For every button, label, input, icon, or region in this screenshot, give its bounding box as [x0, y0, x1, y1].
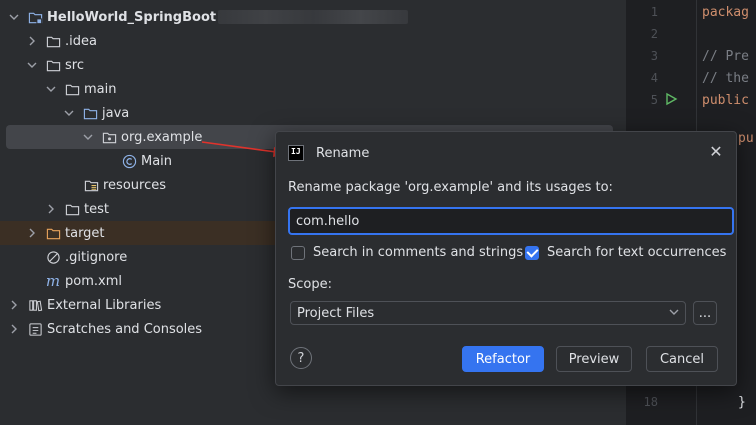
- help-icon[interactable]: ?: [290, 347, 312, 369]
- scope-label: Scope:: [288, 277, 332, 292]
- blurred-path: [218, 10, 409, 24]
- rename-dialog: IJ Rename ✕ Rename package 'org.example'…: [275, 131, 737, 386]
- tree-item-label: resources: [103, 177, 167, 193]
- tree-item-label: test: [84, 201, 109, 217]
- preview-button[interactable]: Preview: [556, 346, 632, 372]
- tree-item-label: .idea: [65, 33, 97, 49]
- tree-item-project[interactable]: HelloWorld_SpringBoot: [0, 5, 626, 29]
- excluded-folder-icon: [45, 225, 61, 241]
- tree-item-label: src: [65, 57, 84, 73]
- tree-item-label: External Libraries: [47, 297, 162, 313]
- search-text-label: Search for text occurrences: [547, 245, 727, 260]
- run-icon[interactable]: [664, 92, 678, 110]
- dialog-title: Rename: [316, 145, 370, 161]
- code-line: }: [738, 395, 746, 410]
- folder-icon: [64, 81, 80, 97]
- line-number: 4: [650, 71, 658, 85]
- tree-item-label: main: [84, 81, 117, 97]
- scope-select[interactable]: Project Files: [290, 301, 686, 325]
- close-icon[interactable]: ✕: [708, 144, 724, 160]
- line-number: 18: [643, 395, 658, 409]
- resources-folder-icon: [83, 177, 99, 193]
- tree-item-main[interactable]: main: [0, 77, 626, 101]
- folder-icon: [45, 33, 61, 49]
- folder-icon: [45, 57, 61, 73]
- tree-item-label: pom.xml: [65, 273, 122, 289]
- tree-item-src[interactable]: src: [0, 53, 626, 77]
- scratches-icon: [27, 321, 43, 337]
- chevron-down-icon[interactable]: [7, 10, 21, 24]
- tree-item-label: Main: [141, 153, 173, 169]
- maven-icon: m: [45, 272, 61, 290]
- tree-item-java[interactable]: java: [0, 101, 626, 125]
- search-comments-label: Search in comments and strings: [313, 245, 524, 260]
- search-comments-checkbox[interactable]: [291, 245, 305, 260]
- scope-value: Project Files: [297, 305, 375, 321]
- line-number: 5: [650, 93, 658, 107]
- code-line: public: [702, 93, 749, 108]
- module-folder-icon: [27, 9, 43, 25]
- chevron-right-icon[interactable]: [25, 226, 39, 240]
- tree-item-label: org.example: [121, 129, 203, 145]
- code-line: packag: [702, 5, 749, 20]
- scope-more-button[interactable]: ...: [693, 301, 717, 325]
- rename-prompt-label: Rename package 'org.example' and its usa…: [288, 180, 613, 195]
- class-icon: [121, 153, 137, 169]
- chevron-right-icon[interactable]: [7, 322, 21, 336]
- package-icon: [101, 129, 117, 145]
- tree-item-label: target: [65, 225, 105, 241]
- project-name: HelloWorld_SpringBoot: [47, 9, 217, 25]
- chevron-down-icon[interactable]: [81, 130, 95, 144]
- line-number: 2: [650, 27, 658, 41]
- chevron-down-icon[interactable]: [62, 106, 76, 120]
- line-number: 1: [650, 5, 658, 19]
- search-text-option[interactable]: Search for text occurrences: [525, 245, 726, 260]
- source-folder-icon: [82, 105, 98, 121]
- code-line: // the: [702, 71, 749, 86]
- intellij-logo-icon: IJ: [288, 145, 304, 161]
- tree-item-label: java: [102, 105, 130, 121]
- cancel-button[interactable]: Cancel: [646, 346, 718, 372]
- chevron-down-icon[interactable]: [44, 82, 58, 96]
- new-name-input[interactable]: [288, 207, 734, 235]
- tree-item-idea[interactable]: .idea: [0, 29, 626, 53]
- line-number: 3: [650, 49, 658, 63]
- ignore-file-icon: [45, 249, 61, 265]
- chevron-down-icon: [669, 307, 679, 320]
- folder-icon: [64, 201, 80, 217]
- library-icon: [27, 297, 43, 313]
- search-comments-option[interactable]: Search in comments and strings: [291, 245, 523, 260]
- code-line: // Pre: [702, 49, 749, 64]
- refactor-button[interactable]: Refactor: [462, 346, 544, 372]
- search-text-checkbox[interactable]: [525, 245, 539, 260]
- chevron-right-icon[interactable]: [44, 202, 58, 216]
- chevron-right-icon[interactable]: [7, 298, 21, 312]
- tree-item-label: .gitignore: [65, 249, 128, 265]
- chevron-right-icon[interactable]: [25, 34, 39, 48]
- tree-item-label: Scratches and Consoles: [47, 321, 203, 337]
- code-line: pu: [738, 131, 754, 146]
- dialog-titlebar: IJ Rename: [288, 142, 369, 164]
- chevron-down-icon[interactable]: [25, 58, 39, 72]
